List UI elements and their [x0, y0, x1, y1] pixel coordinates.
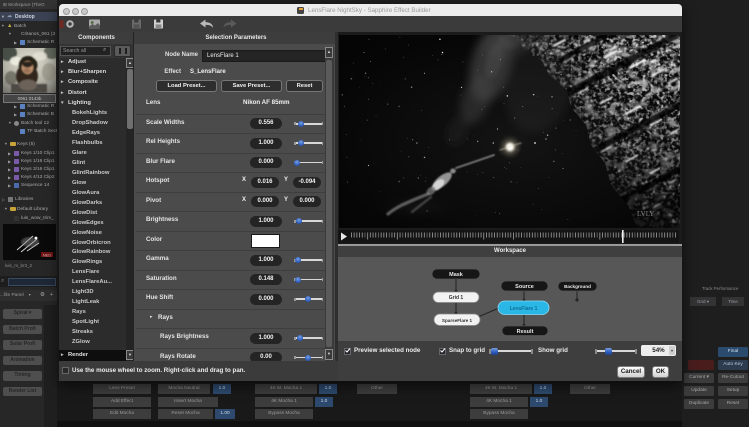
svg-text:Mask: Mask [449, 272, 464, 278]
svg-text:NED: NED [43, 253, 52, 258]
svg-text:LensFlare 1: LensFlare 1 [510, 306, 538, 312]
svg-text:Source: Source [515, 284, 534, 290]
svg-text:SparseFlare 1: SparseFlare 1 [442, 318, 473, 323]
svg-text:LVLY: LVLY [637, 210, 654, 218]
svg-text:Grid 1: Grid 1 [449, 295, 464, 301]
svg-text:Result: Result [517, 329, 534, 335]
svg-text:Background: Background [564, 284, 591, 289]
